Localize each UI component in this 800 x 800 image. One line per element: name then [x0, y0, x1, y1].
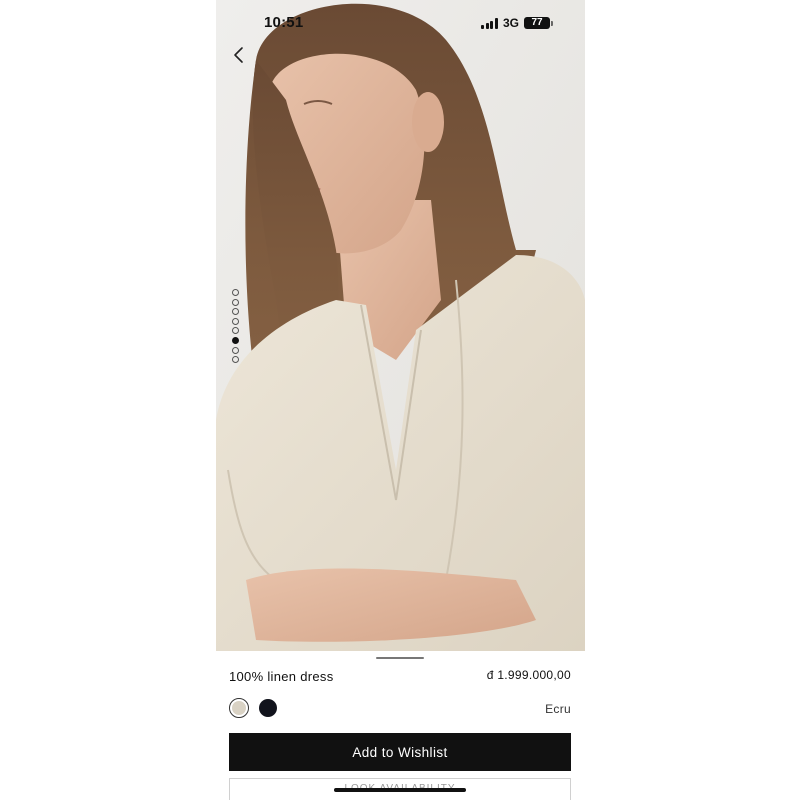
gallery-dot[interactable] — [232, 308, 239, 316]
selected-color-name: Ecru — [545, 702, 571, 716]
network-type: 3G — [502, 16, 519, 30]
status-icons: 3G 77 — [481, 16, 553, 30]
gallery-dot[interactable] — [232, 317, 239, 325]
home-indicator[interactable] — [334, 788, 466, 792]
page: 10:51 3G 77 100% linen dress đ 1.999.000… — [0, 0, 800, 800]
gallery-dot[interactable] — [232, 289, 239, 296]
battery-level: 77 — [524, 17, 550, 29]
gallery-dot[interactable] — [232, 346, 239, 354]
product-price: đ 1.999.000,00 — [486, 668, 571, 682]
battery-tip — [551, 20, 553, 26]
phone-screen: 10:51 3G 77 100% linen dress đ 1.999.000… — [216, 0, 585, 800]
swatch-fill-black — [259, 699, 277, 717]
back-button[interactable] — [226, 43, 250, 67]
add-to-wishlist-button[interactable]: Add to Wishlist — [229, 733, 571, 771]
battery-icon: 77 — [524, 17, 553, 29]
color-swatch-ecru[interactable] — [229, 698, 249, 718]
product-info-sheet: 100% linen dress đ 1.999.000,00 Ecru Add… — [216, 651, 585, 800]
product-image[interactable] — [216, 0, 585, 651]
color-swatch-black[interactable] — [259, 699, 277, 717]
swatch-fill-ecru — [232, 701, 246, 715]
product-name: 100% linen dress — [229, 669, 334, 684]
status-time: 10:51 — [264, 14, 304, 31]
signal-bars-icon — [481, 17, 498, 29]
chevron-left-icon — [234, 47, 243, 63]
gallery-dot[interactable] — [232, 327, 239, 335]
gallery-pagination — [232, 289, 239, 364]
color-swatches — [229, 698, 277, 718]
gallery-dot-active[interactable] — [232, 336, 239, 344]
gallery-dot[interactable] — [232, 356, 239, 364]
sheet-drag-handle[interactable] — [376, 657, 424, 659]
gallery-dot[interactable] — [232, 298, 239, 306]
model-photo — [216, 0, 585, 651]
